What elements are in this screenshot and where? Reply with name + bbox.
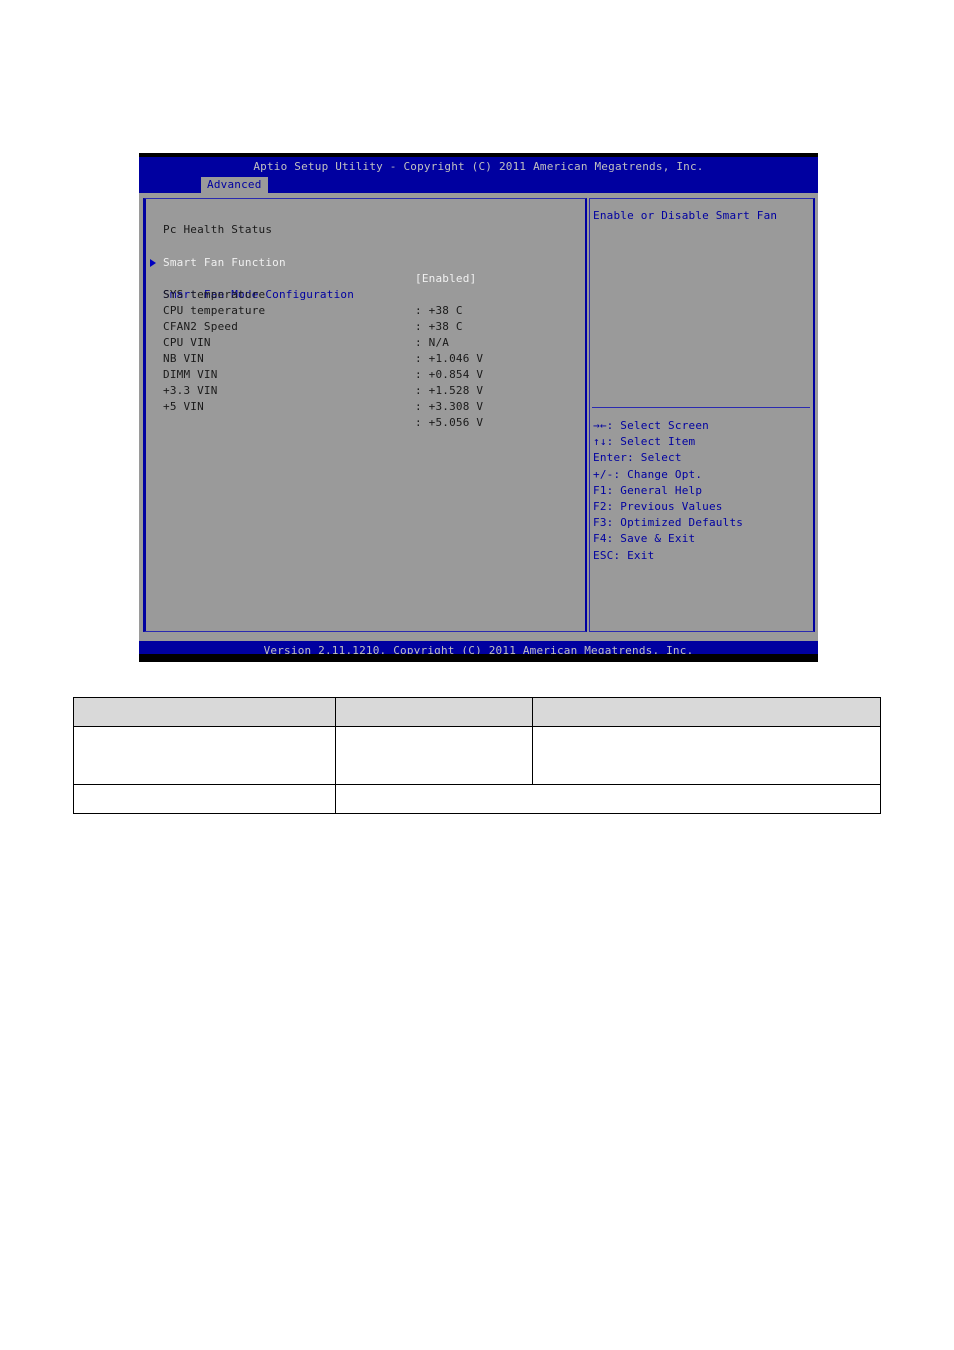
table-header-cell [334,697,534,727]
reading-value: : N/A [415,336,450,349]
triangle-right-icon [150,259,156,267]
reading-value: : +38 C [415,320,463,333]
bottom-border-bar [139,654,818,662]
table-row [73,784,882,814]
smart-fan-mode-config-submenu[interactable]: Smart Fan Mode Configuration [150,255,354,301]
key-enter-select: Enter: Select [593,451,682,465]
reading-row: +5 VIN : +5.056 V [163,383,483,429]
key-optimized-defaults: F3: Optimized Defaults [593,516,744,530]
key-change-opt: +/-: Change Opt. [593,467,703,481]
reading-label: +5 VIN [163,400,204,413]
reading-row: CPU temperature : +38 C [163,287,463,333]
reading-row: DIMM VIN : +1.528 V [163,351,483,397]
key-general-help: F1: General Help [593,483,703,497]
key-legend: →←: Select Screen ↑↓: Select Item Enter:… [593,418,743,564]
reading-row: +3.3 VIN : +3.308 V [163,367,483,413]
help-panel: Enable or Disable Smart Fan →←: Select S… [589,198,815,632]
key-select-item: ↑↓: Select Item [593,435,696,449]
section-title-label: Pc Health Status [163,223,273,236]
option-table [73,697,882,814]
table-cell [532,726,881,785]
reading-row: CPU VIN : +1.046 V [163,319,483,365]
reading-value: : +3.308 V [415,400,484,413]
bios-title: Aptio Setup Utility - Copyright (C) 2011… [253,160,704,173]
table-cell [73,784,336,814]
reading-row: CFAN2 Speed : N/A [163,303,449,349]
reading-value: : +5.056 V [415,416,484,429]
reading-value: : +0.854 V [415,368,484,381]
table-cell [334,784,882,814]
help-divider [592,407,810,408]
section-title: Pc Health Status [163,206,272,236]
table-cell [73,726,336,785]
table-cell [334,726,534,785]
reading-value: : +1.528 V [415,384,484,397]
key-previous-values: F2: Previous Values [593,499,723,513]
key-save-exit: F4: Save & Exit [593,532,696,546]
smart-fan-function-value[interactable]: [Enabled] [415,271,476,287]
table-header-cell [73,697,336,727]
bios-header: Aptio Setup Utility - Copyright (C) 2011… [139,157,818,193]
table-header-row [73,697,881,727]
reading-row: NB VIN : +0.854 V [163,335,483,381]
key-select-screen: →←: Select Screen [593,419,709,432]
reading-row: SYS temperature : +38 C [163,271,463,317]
reading-value: : +38 C [415,304,463,317]
tab-advanced[interactable]: Advanced [201,177,268,193]
bios-screen: Aptio Setup Utility - Copyright (C) 2011… [139,153,818,662]
help-description: Enable or Disable Smart Fan [593,209,778,222]
smart-fan-function-option[interactable]: Smart Fan Function [Enabled] [163,239,476,285]
settings-panel: Pc Health Status Smart Fan Function [Ena… [143,198,587,632]
reading-value: : +1.046 V [415,352,484,365]
table-row [73,726,881,785]
table-header-cell [532,697,881,727]
key-esc-exit: ESC: Exit [593,548,655,562]
